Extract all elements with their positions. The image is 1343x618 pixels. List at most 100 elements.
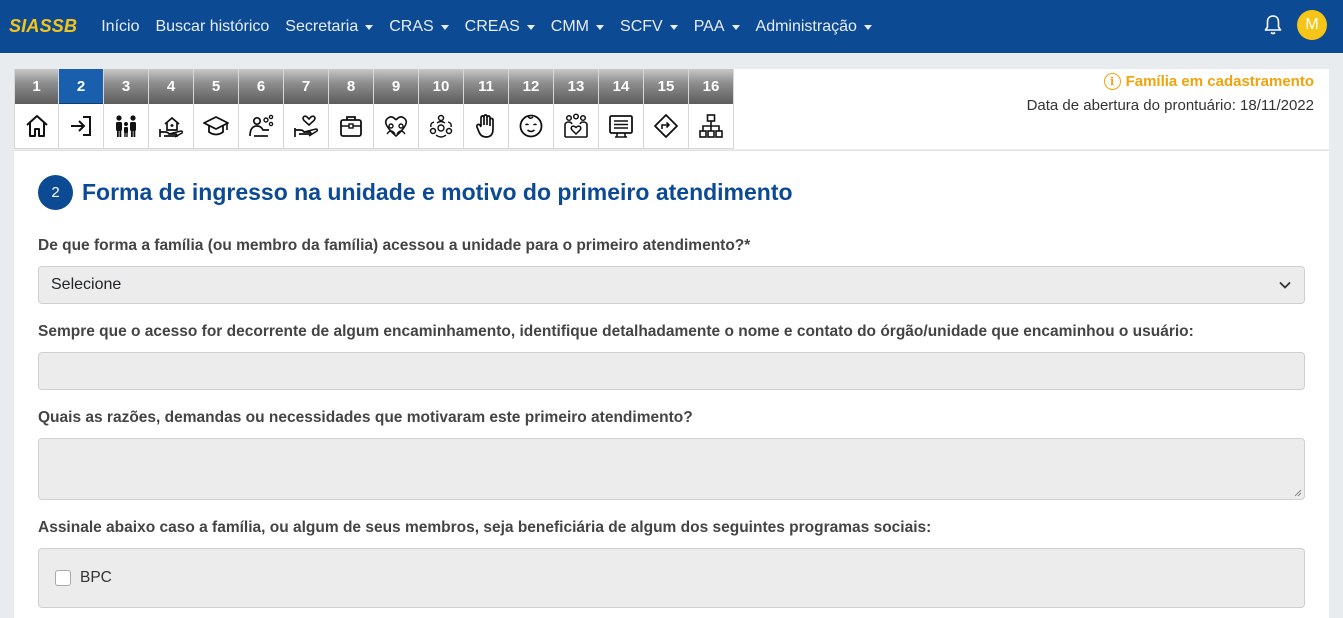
referral-label: Sempre que o acesso for decorrente de al… (38, 323, 1194, 340)
caret-down-icon (365, 24, 374, 30)
stop-hand-icon (464, 104, 508, 149)
home-icon (15, 104, 58, 149)
step-number: 3 (104, 69, 148, 104)
list-board-icon (599, 104, 643, 149)
step-2[interactable]: 2 (59, 69, 104, 149)
step-9[interactable]: 9 (374, 69, 419, 149)
people-heart-icon (554, 104, 598, 149)
step-number: 5 (194, 69, 238, 104)
step-12[interactable]: 12 (509, 69, 554, 149)
step-11[interactable]: 11 (464, 69, 509, 149)
user-avatar[interactable]: M (1297, 10, 1327, 40)
step-number: 16 (689, 69, 733, 104)
access-form-select[interactable]: Selecione (38, 266, 1305, 304)
step-13[interactable]: 13 (554, 69, 599, 149)
programs-label: Assinale abaixo caso a família, ou algum… (38, 519, 932, 536)
nav-cras[interactable]: CRAS (389, 17, 449, 36)
nav-label: Início (101, 17, 140, 35)
nav-buscar-historico[interactable]: Buscar histórico (155, 18, 269, 36)
referral-input[interactable] (38, 352, 1305, 390)
step-1[interactable]: 1 (14, 69, 59, 149)
health-icon (239, 104, 283, 149)
nav-label: CRAS (389, 17, 434, 35)
caret-down-icon (526, 24, 535, 30)
step-16[interactable]: 16 (689, 69, 734, 149)
step-number: 8 (329, 69, 373, 104)
step-number: 2 (59, 69, 103, 104)
programs-box: BPC (38, 548, 1305, 608)
nav-cmm[interactable]: CMM (550, 17, 605, 36)
caret-down-icon (731, 24, 740, 30)
step-number: 4 (149, 69, 193, 104)
step-3[interactable]: 3 (104, 69, 149, 149)
nav-secretaria[interactable]: Secretaria (285, 17, 374, 36)
step-number: 9 (374, 69, 418, 104)
form-card: 2 Forma de ingresso na unidade e motivo … (14, 150, 1329, 618)
step-10[interactable]: 10 (419, 69, 464, 149)
nav-label: PAA (693, 17, 725, 35)
nav-label: CMM (550, 17, 590, 35)
sign-in-icon (59, 104, 103, 149)
opening-date: Data de abertura do prontuário: 18/11/20… (1026, 97, 1314, 114)
nav-paa[interactable]: PAA (694, 18, 740, 36)
section-header: 2 Forma de ingresso na unidade e motivo … (38, 175, 793, 210)
step-number: 1 (15, 69, 58, 104)
step-number: 7 (284, 69, 328, 104)
nav-right: M (1263, 10, 1327, 40)
resize-handle-icon[interactable] (1292, 487, 1302, 497)
access-form-label: De que forma a família (ou membro da fam… (38, 237, 751, 254)
step-5[interactable]: 5 (194, 69, 239, 149)
step-number: 12 (509, 69, 553, 104)
step-15[interactable]: 15 (644, 69, 689, 149)
caret-down-icon (863, 24, 872, 30)
section-title: Forma de ingresso na unidade e motivo do… (82, 179, 793, 205)
nav-label: CREAS (464, 17, 520, 35)
step-number: 14 (599, 69, 643, 104)
brand-logo[interactable]: SIASSB (9, 16, 77, 37)
graduation-cap-icon (194, 104, 238, 149)
bpc-label[interactable]: BPC (80, 569, 112, 587)
step-number: 6 (239, 69, 283, 104)
step-number: 10 (419, 69, 463, 104)
nav-label: Administração (755, 17, 857, 35)
chevron-down-icon (1279, 281, 1291, 289)
hand-heart-icon (284, 104, 328, 149)
status-line: i Família em cadastramento (1027, 73, 1314, 90)
nav-inicio[interactable]: Início (101, 18, 139, 36)
main-nav: Início Buscar histórico Secretaria CRAS … (101, 18, 888, 36)
step-number: 13 (554, 69, 598, 104)
section-number-badge: 2 (38, 175, 73, 210)
step-4[interactable]: 4 (149, 69, 194, 149)
caret-down-icon (596, 24, 605, 30)
reasons-label: Quais as razões, demandas ou necessidade… (38, 409, 693, 426)
nav-label: SCFV (620, 17, 663, 35)
select-value: Selecione (51, 276, 122, 293)
bpc-checkbox[interactable] (55, 570, 71, 586)
caret-down-icon (440, 24, 449, 30)
house-hand-icon (149, 104, 193, 149)
step-6[interactable]: 6 (239, 69, 284, 149)
step-number: 15 (644, 69, 688, 104)
nav-administracao[interactable]: Administração (756, 18, 872, 36)
step-7[interactable]: 7 (284, 69, 329, 149)
nav-label: Buscar histórico (155, 17, 270, 35)
caret-down-icon (669, 24, 678, 30)
steps-panel: 1 2 3 4 5 6 7 8 9 10 11 12 13 14 15 16 i… (14, 69, 1329, 149)
info-icon: i (1103, 73, 1121, 90)
nav-scfv[interactable]: SCFV (620, 18, 678, 36)
record-status: i Família em cadastramento Data de abert… (1027, 73, 1314, 114)
family-icon (104, 104, 148, 149)
community-icon (374, 104, 418, 149)
direction-sign-icon (644, 104, 688, 149)
step-8[interactable]: 8 (329, 69, 374, 149)
nav-label: Secretaria (285, 17, 359, 35)
reasons-textarea[interactable] (38, 438, 1305, 500)
nav-creas[interactable]: CREAS (465, 18, 535, 36)
briefcase-icon (329, 104, 373, 149)
step-14[interactable]: 14 (599, 69, 644, 149)
network-people-icon (419, 104, 463, 149)
step-number: 11 (464, 69, 508, 104)
baby-face-icon (509, 104, 553, 149)
org-chart-icon (689, 104, 733, 149)
bell-icon[interactable] (1263, 14, 1283, 36)
